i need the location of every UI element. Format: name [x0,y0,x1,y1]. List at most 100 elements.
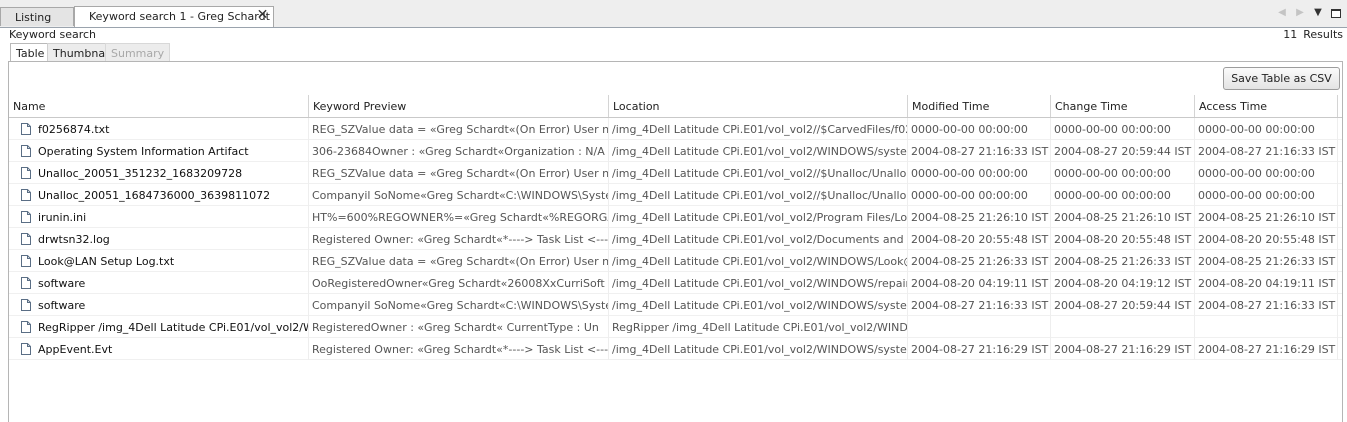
cell-modified: 2004-08-27 21:16:33 IST [908,294,1051,316]
file-icon [21,189,31,201]
close-icon[interactable]: ✕ [256,8,269,22]
view-tab-label: Table [16,47,45,60]
save-table-csv-button[interactable]: Save Table as CSV [1223,67,1340,90]
cell-name: drwtsn32.log [9,228,309,250]
cell-location: /img_4Dell Latitude CPi.E01/vol_vol2/Doc… [609,228,908,250]
cell-name: AppEvent.Evt [9,338,309,360]
cell-access: 2004-08-20 20:55:48 IST [1195,228,1338,250]
tab-keyword-search[interactable]: Keyword search 1 - Greg Schardt ✕ [74,6,274,27]
cell-name-text: Unalloc_20051_351232_1683209728 [38,167,243,180]
column-header-modified-time[interactable]: Modified Time [908,95,1051,117]
table-row[interactable]: f0256874.txt REG_SZValue data = «Greg Sch… [9,118,1342,140]
cell-location: /img_4Dell Latitude CPi.E01/vol_vol2//$C… [609,118,908,140]
cell-change: 2004-08-20 20:55:48 IST [1051,228,1195,250]
cell-name: software [9,294,309,316]
cell-overflow [1338,228,1342,250]
table-row[interactable]: Look@LAN Setup Log.txt REG_SZValue data =… [9,250,1342,272]
cell-preview: REG_SZValue data = «Greg Schardt«(On Err… [309,118,609,140]
column-header-location[interactable]: Location [609,95,908,117]
cell-change [1051,316,1195,338]
cell-overflow [1338,294,1342,316]
column-header-keyword-preview[interactable]: Keyword Preview [309,95,609,117]
cell-access: 0000-00-00 00:00:00 [1195,184,1338,206]
cell-change: 0000-00-00 00:00:00 [1051,162,1195,184]
cell-name-text: AppEvent.Evt [38,343,113,356]
cell-name: Operating System Information Artifact [9,140,309,162]
table-header: Name Keyword Preview Location Modified T… [9,95,1342,118]
arrow-right-icon[interactable]: ▶ [1293,6,1307,20]
file-icon [21,277,31,289]
table-row[interactable]: drwtsn32.log Registered Owner: «Greg Scha… [9,228,1342,250]
tab-strip: Listing Keyword search 1 - Greg Schardt … [0,0,1347,28]
cell-name: irunin.ini [9,206,309,228]
cell-change: 2004-08-20 04:19:12 IST [1051,272,1195,294]
cell-preview: RegisteredOwner : «Greg Schardt« Current… [309,316,609,338]
column-header-access-time[interactable]: Access Time [1195,95,1338,117]
cell-name-text: Operating System Information Artifact [38,145,249,158]
cell-location: /img_4Dell Latitude CPi.E01/vol_vol2/WIN… [609,338,908,360]
cell-preview: Companyil SoNome«Greg Schardt«C:\WINDOWS… [309,294,609,316]
cell-location: /img_4Dell Latitude CPi.E01/vol_vol2/WIN… [609,272,908,294]
cell-overflow [1338,338,1342,360]
cell-preview: OoRegisteredOwner«Greg Schardt«26008XxCu… [309,272,609,294]
table-row[interactable]: Unalloc_20051_1684736000_3639811072 Compa… [9,184,1342,206]
cell-overflow [1338,206,1342,228]
cell-access: 2004-08-27 21:16:29 IST [1195,338,1338,360]
view-tab-summary: Summary [105,43,171,62]
cell-name: Unalloc_20051_351232_1683209728 [9,162,309,184]
view-tab-table[interactable]: Table [10,43,51,62]
cell-preview: Registered Owner: «Greg Schardt«*----> T… [309,338,609,360]
cell-location: /img_4Dell Latitude CPi.E01/vol_vol2//$U… [609,184,908,206]
cell-name: RegRipper /img_4Dell Latitude CPi.E01/vo… [9,316,309,338]
table-row[interactable]: Operating System Information Artifact 306… [9,140,1342,162]
tab-listing[interactable]: Listing [0,7,74,26]
table-row[interactable]: software OoRegisteredOwner«Greg Schardt«2… [9,272,1342,294]
file-icon [21,255,31,267]
cell-preview: Companyil SoNome«Greg Schardt«C:\WINDOWS… [309,184,609,206]
file-icon [21,299,31,311]
table-row[interactable]: Unalloc_20051_351232_1683209728 REG_SZVal… [9,162,1342,184]
table-row[interactable]: software Companyil SoNome«Greg Schardt«C:… [9,294,1342,316]
column-header-name[interactable]: Name [9,95,309,117]
file-icon [21,321,31,333]
view-tab-label: Summary [111,47,165,60]
cell-modified: 2004-08-25 21:26:33 IST [908,250,1051,272]
cell-modified: 0000-00-00 00:00:00 [908,162,1051,184]
cell-name-text: software [38,277,86,290]
cell-location: /img_4Dell Latitude CPi.E01/vol_vol2/Pro… [609,206,908,228]
cell-change: 2004-08-27 21:16:29 IST [1051,338,1195,360]
cell-overflow [1338,250,1342,272]
table-row[interactable]: RegRipper /img_4Dell Latitude CPi.E01/vo… [9,316,1342,338]
chevron-down-icon[interactable]: ▼ [1311,6,1325,20]
cell-modified: 2004-08-20 04:19:11 IST [908,272,1051,294]
window-icon[interactable] [1331,9,1341,18]
cell-change: 2004-08-25 21:26:33 IST [1051,250,1195,272]
cell-access: 2004-08-25 21:26:10 IST [1195,206,1338,228]
cell-name-text: Unalloc_20051_1684736000_3639811072 [38,189,271,202]
file-icon [21,343,31,355]
column-header-change-time[interactable]: Change Time [1051,95,1195,117]
cell-name: Look@LAN Setup Log.txt [9,250,309,272]
cell-change: 2004-08-25 21:26:10 IST [1051,206,1195,228]
cell-location: /img_4Dell Latitude CPi.E01/vol_vol2/WIN… [609,294,908,316]
cell-modified: 2004-08-27 21:16:33 IST [908,140,1051,162]
cell-name: f0256874.txt [9,118,309,140]
file-icon [21,145,31,157]
cell-change: 0000-00-00 00:00:00 [1051,184,1195,206]
cell-change: 0000-00-00 00:00:00 [1051,118,1195,140]
cell-name: Unalloc_20051_1684736000_3639811072 [9,184,309,206]
cell-location: /img_4Dell Latitude CPi.E01/vol_vol2/WIN… [609,140,908,162]
cell-name-text: software [38,299,86,312]
cell-overflow [1338,184,1342,206]
cell-access [1195,316,1338,338]
cell-modified: 2004-08-27 21:16:29 IST [908,338,1051,360]
table-row[interactable]: irunin.ini HT%=600%REGOWNER%=«Greg Schard… [9,206,1342,228]
cell-name-text: drwtsn32.log [38,233,110,246]
arrow-left-icon[interactable]: ◀ [1275,6,1289,20]
cell-name-text: RegRipper /img_4Dell Latitude CPi.E01/vo… [38,321,308,334]
cell-overflow [1338,272,1342,294]
cell-change: 2004-08-27 20:59:44 IST [1051,294,1195,316]
result-count-number: 11 [1283,28,1298,41]
table-row[interactable]: AppEvent.Evt Registered Owner: «Greg Scha… [9,338,1342,360]
cell-name-text: irunin.ini [38,211,87,224]
